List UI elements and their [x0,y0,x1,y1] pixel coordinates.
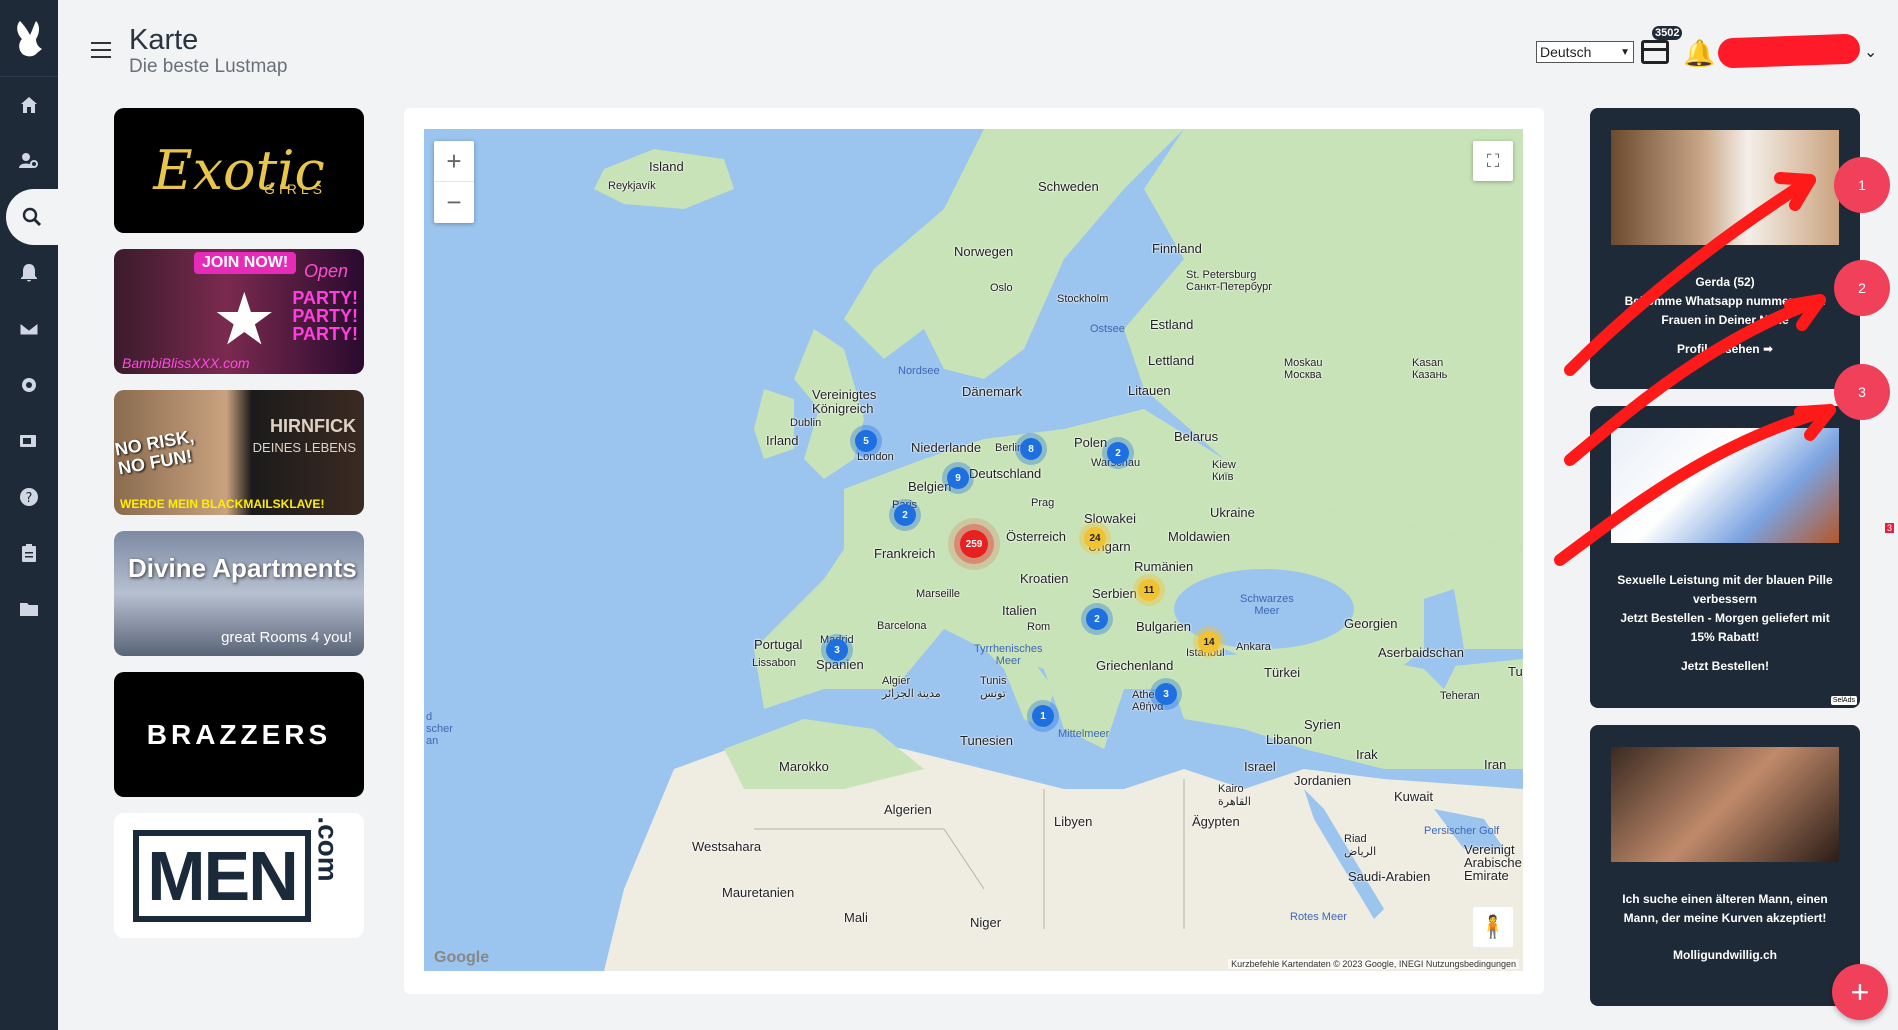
zoom-out-button[interactable]: − [434,182,474,223]
home-icon [21,97,37,113]
user-chevron-down-icon[interactable]: ⌄ [1864,42,1877,62]
side-badge: 3 [1885,523,1895,533]
annotation-1: 1 [1834,157,1890,213]
folder-icon [20,603,38,616]
page-title: Karte [129,24,199,56]
sidebar-item-settings[interactable] [0,357,58,413]
map-cluster-marker[interactable]: 3 [826,639,848,661]
map-cluster-marker[interactable]: 14 [1198,631,1220,653]
star-icon: ★ [212,280,277,360]
map-attribution[interactable]: Kurzbefehle Kartendaten © 2023 Google, I… [1228,959,1519,969]
user-search-icon [19,153,38,168]
add-button[interactable]: + [1832,964,1888,1020]
wallet-badge: 3502 [1652,26,1683,40]
map-view[interactable]: Island Reykjavík Schweden Finnland Norwe… [424,129,1523,971]
user-menu-redacted[interactable] [1717,33,1861,69]
sidebar-item-clipboard[interactable] [0,525,58,581]
map-cluster-marker[interactable]: 2 [1107,442,1129,464]
sidebar-item-map[interactable] [6,189,58,245]
google-logo: Google [434,949,490,966]
map-cluster-marker[interactable]: 3 [1155,683,1177,705]
sidebar: ? [0,0,58,1030]
menu-toggle-icon[interactable] [91,42,111,58]
pegman-icon[interactable]: 🧍 [1473,907,1513,947]
map-cluster-marker[interactable]: 5 [855,430,877,452]
mail-icon [19,322,39,336]
map-cluster-marker[interactable]: 2 [894,504,916,526]
sidebar-item-user-search[interactable] [0,133,58,189]
svg-text:?: ? [26,491,33,506]
gear-icon [22,378,36,392]
wallet-icon[interactable] [1641,40,1669,64]
ad-divine-apartments[interactable]: Divine Apartments great Rooms 4 you! [114,531,364,656]
clipboard-icon [22,544,36,562]
mollig-ad-card[interactable]: Ich suche einen älteren Mann, einen Mann… [1590,725,1860,1006]
notification-bell-icon[interactable]: 🔔 [1683,38,1715,69]
zoom-in-button[interactable]: + [434,141,474,182]
video-icon [20,435,36,447]
sidebar-item-messages[interactable] [0,301,58,357]
order-link[interactable]: Jetzt Bestellen! [1590,659,1860,673]
annotation-3: 3 [1834,364,1890,420]
map-cluster-marker[interactable]: 1 [1032,705,1054,727]
language-select[interactable]: Deutsch ▼ [1536,41,1634,63]
annotation-arrows [1554,172,1836,566]
sidebar-item-notifications[interactable] [0,245,58,301]
sidebar-item-videos[interactable] [0,413,58,469]
ad-brazzers[interactable]: BRAZZERS [114,672,364,797]
ad-men-com[interactable]: MEN .com [114,813,364,938]
page-subtitle: Die beste Lustmap [129,56,288,77]
bunny-logo-icon[interactable] [0,0,58,77]
fullscreen-icon[interactable]: ⛶ [1473,141,1513,181]
sidebar-item-help[interactable]: ? [0,469,58,525]
ad-hirnfick[interactable]: NO RISK, NO FUN! HIRNFICK DEINES LEBENS … [114,390,364,515]
map-cluster-marker[interactable]: 259 [960,530,988,558]
map-cluster-marker[interactable]: 24 [1084,527,1106,549]
help-icon: ? [20,488,38,506]
sidebar-item-home[interactable] [0,77,58,133]
bell-icon [21,264,37,282]
map-cluster-marker[interactable]: 2 [1086,608,1108,630]
map-search-icon [22,207,42,227]
sidebar-item-folder[interactable] [0,581,58,637]
map-cluster-marker[interactable]: 8 [1020,438,1042,460]
site-link[interactable]: Molligundwillig.ch [1590,948,1860,962]
chevron-down-icon: ▼ [1620,46,1630,58]
ad-photo [1611,747,1839,862]
zoom-control: + − [434,141,474,223]
annotation-2: 2 [1834,260,1890,316]
ad-bambibliss[interactable]: JOIN NOW! ★ Open PARTY! PARTY! PARTY! Ba… [114,249,364,374]
map-cluster-marker[interactable]: 11 [1138,579,1160,601]
ad-exotic-girls[interactable]: Exotic GIRLS [114,108,364,233]
map-cluster-marker[interactable]: 9 [947,467,969,489]
